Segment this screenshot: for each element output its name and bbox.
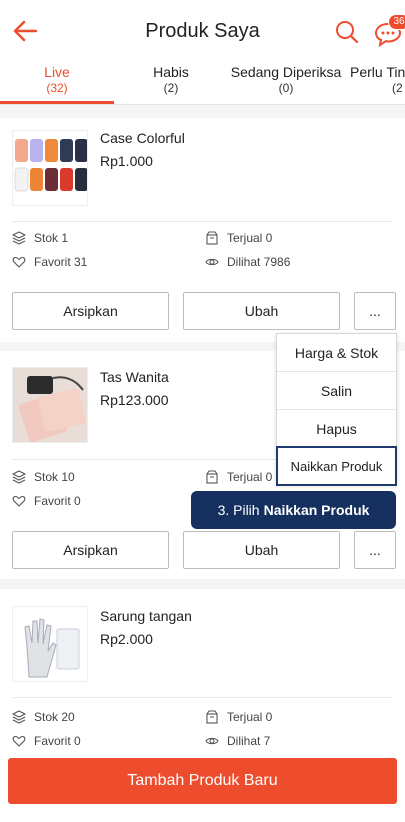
search-icon[interactable] [335,20,359,44]
favorite-stat: Favorit 0 [12,734,81,748]
heart-icon [12,256,26,268]
product-price: Rp1.000 [100,153,153,169]
box-icon [206,231,218,245]
tab-count: (0) [278,81,294,95]
tooltip-prefix: 3. Pilih [217,502,260,518]
tab-live[interactable]: Live (32) [0,64,114,95]
views-value: Dilihat 7986 [227,255,291,269]
views-value: Dilihat 7 [227,734,271,748]
product-card: Sarung tangan Rp2.000 Stok 20 Terjual 0 … [0,589,405,759]
box-icon [206,710,218,724]
layers-icon [12,470,26,484]
product-image[interactable] [12,130,88,206]
tab-count: (2) [163,81,179,95]
add-product-button[interactable]: Tambah Produk Baru [8,758,397,804]
tab-count: (2 [392,81,403,95]
stock-stat: Stok 1 [12,231,68,245]
tab-label: Habis [153,64,189,80]
archive-button[interactable]: Arsipkan [12,292,169,330]
stock-stat: Stok 20 [12,710,75,724]
menu-item-hapus[interactable]: Hapus [277,410,396,448]
views-stat: Dilihat 7986 [205,255,290,269]
tab-label: Sedang Diperiksa [230,64,342,80]
phone-cases-image [13,131,87,205]
product-card: Case Colorful Rp1.000 Stok 1 Terjual 0 F… [0,118,405,342]
favorite-stat: Favorit 0 [12,494,81,508]
heart-icon [12,495,26,507]
divider [12,221,393,222]
box-icon [206,470,218,484]
app-header: Produk Saya 36 [0,0,405,62]
sold-stat: Terjual 0 [205,470,272,484]
layers-icon [12,710,26,724]
bag-image [13,368,87,442]
product-image[interactable] [12,606,88,682]
views-stat: Dilihat 7 [205,734,270,748]
tab-habis[interactable]: Habis (2) [114,64,228,95]
favorite-value: Favorit 0 [34,734,81,748]
heart-icon [12,735,26,747]
product-name: Tas Wanita [100,369,169,385]
edit-button[interactable]: Ubah [183,531,340,569]
chat-badge: 36 [388,14,405,30]
favorite-value: Favorit 31 [34,255,88,269]
archive-button[interactable]: Arsipkan [12,531,169,569]
tooltip-bold: Naikkan Produk [263,502,370,518]
more-options-button[interactable]: ... [354,292,396,330]
bottom-bar: Tambah Produk Baru [0,750,405,822]
product-image[interactable] [12,367,88,443]
stock-value: Stok 10 [34,470,75,484]
divider [12,697,393,698]
sold-stat: Terjual 0 [205,710,272,724]
eye-icon [205,258,219,266]
edit-button[interactable]: Ubah [183,292,340,330]
product-name: Case Colorful [100,130,185,146]
sold-value: Terjual 0 [227,231,273,245]
sold-value: Terjual 0 [227,470,273,484]
active-tab-indicator [0,101,114,104]
stock-value: Stok 20 [34,710,75,724]
stock-value: Stok 1 [34,231,69,245]
eye-icon [205,737,219,745]
sold-value: Terjual 0 [227,710,273,724]
tab-perlu-tindakan[interactable]: Perlu Tin (2 [350,64,405,95]
instruction-tooltip: 3. Pilih Naikkan Produk [191,491,396,529]
tab-sedang-diperiksa[interactable]: Sedang Diperiksa (0) [228,64,344,95]
favorite-value: Favorit 0 [34,494,81,508]
tab-count: (32) [46,81,68,95]
product-name: Sarung tangan [100,608,192,624]
sold-stat: Terjual 0 [205,231,272,245]
gloves-image [13,607,87,681]
more-options-button[interactable]: ... [354,531,396,569]
menu-item-naikkan-produk[interactable]: Naikkan Produk [276,446,397,486]
tab-label: Live [44,64,70,80]
favorite-stat: Favorit 31 [12,255,87,269]
more-options-menu: Harga & Stok Salin Hapus Naikkan Produk [276,333,397,486]
product-price: Rp123.000 [100,392,169,408]
stock-stat: Stok 10 [12,470,75,484]
layers-icon [12,231,26,245]
status-tabs: Live (32) Habis (2) Sedang Diperiksa (0)… [0,62,405,105]
menu-item-harga-stok[interactable]: Harga & Stok [277,334,396,372]
menu-item-salin[interactable]: Salin [277,372,396,410]
product-price: Rp2.000 [100,631,153,647]
tab-label: Perlu Tin [350,64,405,80]
